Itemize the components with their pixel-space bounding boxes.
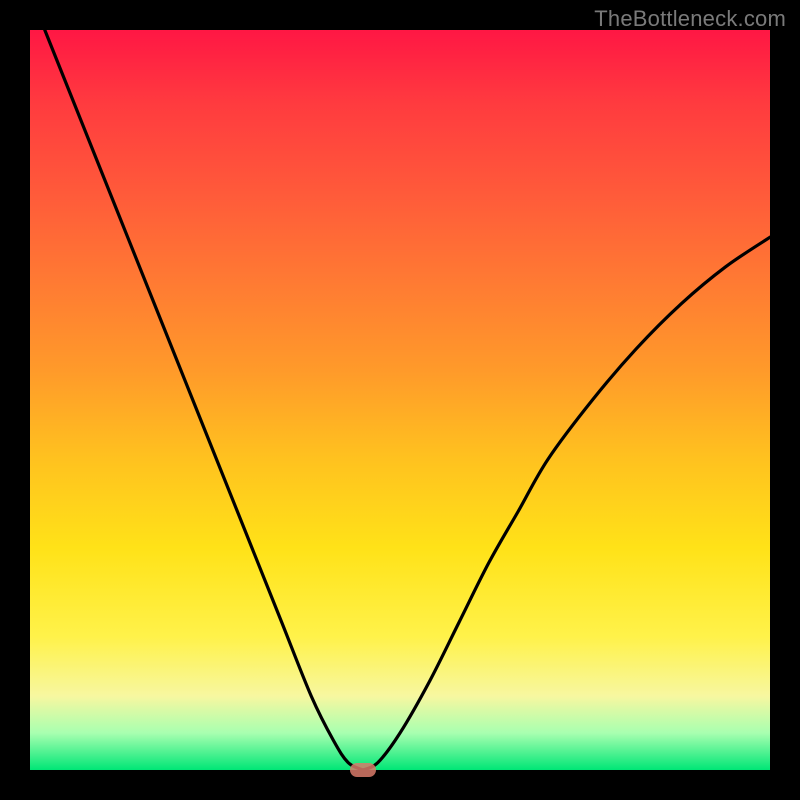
watermark-text: TheBottleneck.com <box>594 6 786 32</box>
chart-frame: TheBottleneck.com <box>0 0 800 800</box>
curve-layer <box>30 30 770 770</box>
curve-left <box>45 30 363 770</box>
plot-area <box>30 30 770 770</box>
bottleneck-marker <box>350 763 376 777</box>
curve-right <box>363 237 770 770</box>
